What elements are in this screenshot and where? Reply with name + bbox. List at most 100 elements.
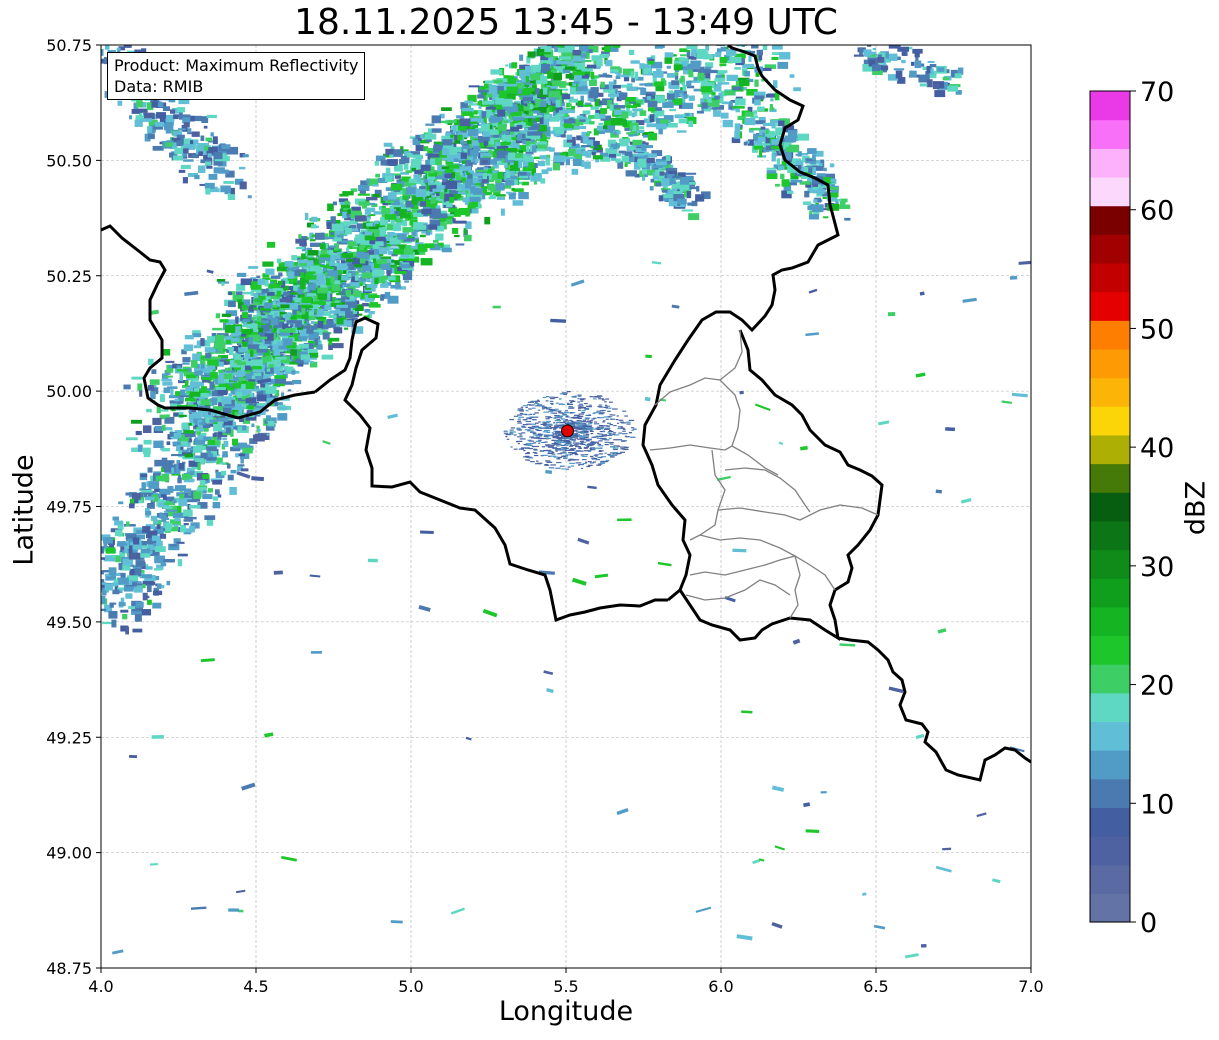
echo-cell (666, 92, 675, 100)
echo-cell (548, 90, 561, 98)
echo-cell (529, 81, 535, 84)
echo-cell (150, 391, 156, 400)
echo-cell (341, 253, 353, 258)
echo-cell (183, 519, 193, 522)
echo-cell (161, 447, 170, 452)
echo-cell (587, 40, 592, 43)
echo-cell (213, 341, 226, 349)
echo-cell (265, 386, 277, 394)
echo-cell (777, 166, 785, 171)
echo-cell (188, 422, 192, 426)
echo-cell (306, 329, 314, 334)
echo-cell (330, 310, 336, 314)
echo-cell (94, 56, 98, 62)
echo-cell (605, 74, 613, 78)
echo-cell (372, 269, 385, 276)
echo-cell (342, 210, 347, 219)
echo-cell (112, 516, 120, 521)
echo-cell (160, 409, 169, 412)
echo-cell (266, 415, 271, 422)
echo-cell (160, 563, 167, 567)
echo-cell (737, 24, 743, 30)
echo-cell (540, 56, 546, 61)
echo-cell (118, 562, 123, 570)
echo-cell (143, 439, 152, 445)
echo-cell (410, 158, 422, 167)
echo-cell (183, 430, 194, 434)
echo-cell (431, 128, 442, 133)
echo-cell (330, 232, 334, 235)
echo-cell (419, 201, 426, 207)
echo-cell (692, 68, 701, 72)
echo-cell (236, 357, 243, 360)
echo-cell (141, 609, 152, 616)
echo-cell (186, 447, 193, 451)
echo-cell (82, 561, 94, 566)
echo-cell (205, 352, 211, 359)
echo-cell (724, 35, 731, 37)
echo-cell (514, 152, 524, 159)
echo-cell (200, 338, 205, 346)
echo-cell (567, 103, 572, 107)
echo-cell (286, 319, 296, 324)
echo-cell (136, 100, 143, 108)
echo-cell (194, 174, 200, 180)
echo-cell (330, 245, 337, 248)
echo-cell (152, 145, 164, 151)
echo-cell (317, 287, 327, 294)
echo-cell (92, 607, 99, 613)
echo-cell (408, 178, 417, 184)
echo-cell (101, 594, 102, 602)
echo-cell (495, 142, 501, 147)
echo-cell (441, 107, 452, 111)
echo-cell (375, 236, 386, 243)
echo-cell (298, 234, 302, 239)
echo-cell (201, 368, 211, 373)
echo-cell (135, 560, 145, 567)
echo-cell (720, 112, 729, 119)
echo-cell (715, 52, 721, 58)
echo-cell (777, 61, 789, 69)
echo-cell (227, 346, 234, 350)
echo-cell (246, 405, 255, 410)
echo-cell (384, 214, 397, 220)
echo-cell (265, 268, 275, 275)
echo-cell (307, 260, 314, 266)
echo-cell (664, 57, 673, 64)
echo-cell (205, 161, 212, 167)
echo-cell (683, 93, 688, 99)
echo-cell (911, 61, 915, 66)
echo-cell (333, 311, 345, 314)
echo-cell (309, 242, 322, 247)
echo-cell (212, 479, 223, 485)
echo-cell (145, 566, 153, 570)
echo-cell (718, 27, 723, 29)
echo-cell (232, 372, 242, 376)
echo-cell (307, 348, 318, 353)
echo-cell (609, 153, 617, 158)
echo-cell (230, 469, 237, 474)
echo-cell (700, 86, 712, 92)
echo-cell (128, 606, 136, 609)
echo-cell (179, 525, 186, 533)
echo-cell (652, 165, 663, 169)
echo-cell (411, 199, 418, 205)
echo-cell (701, 102, 708, 109)
echo-cell (157, 102, 164, 107)
echo-cell (593, 32, 603, 38)
echo-cell (207, 488, 214, 493)
echo-cell (582, 104, 593, 107)
echo-cell (416, 167, 422, 170)
echo-cell (474, 158, 479, 164)
echo-cell (178, 99, 190, 105)
echo-cell (276, 290, 282, 297)
echo-cell (256, 403, 265, 406)
echo-cell (421, 208, 432, 215)
echo-cell (510, 143, 520, 147)
echo-cell (199, 479, 206, 486)
echo-cell (563, 123, 572, 129)
echo-cell (610, 117, 623, 126)
echo-cell (382, 202, 389, 206)
echo-cell (283, 291, 290, 296)
echo-cell (549, 147, 555, 152)
